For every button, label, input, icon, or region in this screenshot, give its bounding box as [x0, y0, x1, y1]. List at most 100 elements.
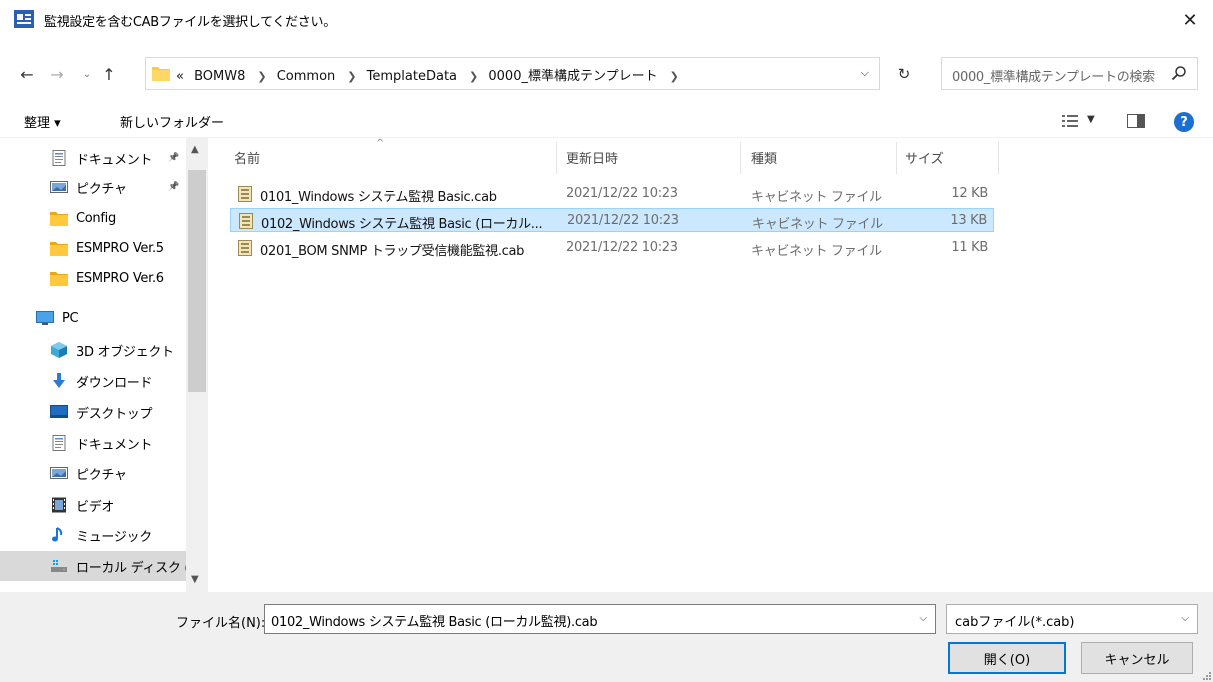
file-type: キャビネット ファイル	[751, 190, 882, 205]
scroll-up-icon[interactable]: ▲	[191, 144, 199, 155]
search-icon[interactable]	[1171, 65, 1187, 81]
up-button[interactable]: ↑	[96, 62, 122, 86]
cab-file-icon	[238, 186, 252, 202]
desktop-icon	[50, 404, 68, 420]
folder-icon	[50, 210, 68, 226]
sidebar-item[interactable]: 3D オブジェクト	[0, 335, 186, 365]
organize-button[interactable]: 整理 ▾	[24, 112, 61, 131]
sidebar-item-label: ローカル ディスク (C	[76, 560, 198, 576]
sidebar-item[interactable]: PC	[0, 303, 186, 333]
file-size: 11 KB	[951, 240, 988, 255]
sidebar-item-label: ビデオ	[76, 499, 115, 515]
sidebar-item[interactable]: Config	[0, 203, 186, 233]
breadcrumb-current-folder[interactable]: 0000_標準構成テンプレート	[488, 69, 657, 84]
sidebar-item-label: PC	[62, 310, 79, 326]
breadcrumb-bomw8[interactable]: BOMW8	[194, 69, 245, 84]
refresh-button[interactable]: ↻	[888, 62, 920, 86]
search-placeholder: 0000_標準構成テンプレートの検索	[952, 70, 1155, 85]
breadcrumb-overflow[interactable]: «	[176, 69, 184, 84]
breadcrumb: « BOMW8 ❯ Common ❯ TemplateData ❯ 0000_標準構成…	[176, 65, 685, 84]
chevron-right-icon: ❯	[257, 70, 267, 83]
sidebar-item-label: デスクトップ	[76, 406, 153, 422]
file-row[interactable]: 0101_Windows システム監視 Basic.cab 2021/12/22 …	[230, 182, 994, 206]
local-disk-icon	[50, 558, 68, 574]
sidebar-item[interactable]: ESMPRO Ver.5	[0, 233, 186, 263]
filename-label: ファイル名(N):	[176, 612, 265, 631]
sidebar-item-label: ピクチャ	[76, 467, 127, 483]
sidebar-item[interactable]: ダウンロード	[0, 366, 186, 396]
file-date: 2021/12/22 10:23	[567, 213, 679, 228]
column-header-size[interactable]: サイズ	[905, 148, 944, 167]
view-options-icon[interactable]	[1062, 114, 1078, 128]
column-divider[interactable]	[896, 142, 897, 174]
pictures-icon	[50, 179, 68, 195]
search-input[interactable]: 0000_標準構成テンプレートの検索	[941, 57, 1198, 90]
pin-icon[interactable]: 📌	[168, 153, 179, 163]
sidebar-item[interactable]: ドキュメント 📌	[0, 143, 186, 173]
file-name: 0201_BOM SNMP トラップ受信機能監視.cab	[260, 244, 525, 259]
file-date: 2021/12/22 10:23	[566, 186, 678, 201]
preview-pane-icon[interactable]	[1127, 114, 1145, 128]
sidebar-item[interactable]: ピクチャ	[0, 458, 186, 488]
filename-input[interactable]: 0102_Windows システム監視 Basic (ローカル監視).cab ⌵	[264, 604, 936, 634]
title-bar: 監視設定を含むCABファイルを選択してください。 ✕	[0, 0, 1213, 40]
file-name: 0101_Windows システム監視 Basic.cab	[260, 190, 497, 205]
download-icon	[50, 373, 68, 389]
view-dropdown-icon[interactable]: ▼	[1087, 114, 1095, 125]
file-size: 13 KB	[950, 213, 987, 228]
sidebar-item-label: ミュージック	[76, 529, 152, 545]
dialog-footer: ファイル名(N): 0102_Windows システム監視 Basic (ローカ…	[0, 592, 1213, 682]
folder-icon	[152, 67, 170, 81]
chevron-right-icon: ❯	[669, 70, 679, 83]
sidebar-item[interactable]: ミュージック	[0, 520, 186, 550]
file-row[interactable]: 0201_BOM SNMP トラップ受信機能監視.cab 2021/12/22 1…	[230, 236, 994, 260]
pin-icon[interactable]: 📌	[168, 182, 179, 192]
column-header-date[interactable]: 更新日時	[566, 148, 618, 167]
column-divider[interactable]	[556, 142, 557, 174]
breadcrumb-templatedata[interactable]: TemplateData	[367, 69, 457, 84]
breadcrumb-common[interactable]: Common	[277, 69, 336, 84]
app-icon	[14, 10, 34, 28]
document-icon	[50, 435, 68, 451]
sidebar-item-label: ダウンロード	[76, 375, 153, 391]
sidebar-item[interactable]: ドキュメント	[0, 428, 186, 458]
chevron-right-icon: ❯	[469, 70, 479, 83]
sidebar-item-label: ESMPRO Ver.6	[76, 270, 164, 286]
sidebar-item[interactable]: ESMPRO Ver.6	[0, 263, 186, 293]
cancel-button[interactable]: キャンセル	[1081, 642, 1193, 674]
sidebar-item-label: Config	[76, 210, 116, 226]
scrollbar-thumb[interactable]	[188, 170, 206, 392]
sidebar-item[interactable]: ビデオ	[0, 490, 186, 520]
back-button[interactable]: ←	[14, 62, 40, 86]
file-type: キャビネット ファイル	[752, 217, 883, 232]
resize-grip-icon[interactable]	[1201, 670, 1211, 680]
filetype-select[interactable]: cabファイル(*.cab) ⌵	[946, 604, 1198, 634]
chevron-down-icon[interactable]: ⌵	[919, 613, 927, 624]
close-button[interactable]: ✕	[1167, 0, 1213, 40]
navigation-bar: ← → ⌄ ↑ « BOMW8 ❯ Common ❯ TemplateData ❯ 0…	[0, 52, 1213, 96]
document-icon	[50, 150, 68, 166]
column-header-name[interactable]: 名前	[234, 148, 260, 167]
file-row[interactable]: 0102_Windows システム監視 Basic (ローカル... 2021/1…	[230, 208, 994, 232]
file-size: 12 KB	[951, 186, 988, 201]
navigation-pane-scrollbar[interactable]: ▲ ▼	[186, 138, 208, 592]
column-header-type[interactable]: 種類	[751, 148, 777, 167]
open-button[interactable]: 開く(O)	[948, 642, 1066, 674]
address-bar[interactable]: « BOMW8 ❯ Common ❯ TemplateData ❯ 0000_標準構成…	[145, 57, 880, 90]
new-folder-button[interactable]: 新しいフォルダー	[120, 112, 224, 131]
sidebar-item[interactable]: デスクトップ	[0, 397, 186, 427]
column-divider[interactable]	[998, 142, 999, 174]
scroll-down-icon[interactable]: ▼	[191, 574, 199, 585]
pictures-icon	[50, 465, 68, 481]
chevron-down-icon[interactable]: ⌵	[861, 66, 869, 80]
sidebar-item-label: ドキュメント	[76, 437, 153, 453]
sidebar-item[interactable]: ローカル ディスク (C	[0, 551, 198, 581]
sidebar-item-label: ESMPRO Ver.5	[76, 240, 164, 256]
help-icon[interactable]: ?	[1174, 112, 1194, 132]
pc-icon	[36, 310, 54, 326]
cab-file-icon	[238, 240, 252, 256]
sidebar-item[interactable]: ピクチャ 📌	[0, 172, 186, 202]
forward-button[interactable]: →	[44, 62, 70, 86]
column-divider[interactable]	[740, 142, 741, 174]
chevron-down-icon[interactable]: ⌵	[1181, 613, 1189, 624]
